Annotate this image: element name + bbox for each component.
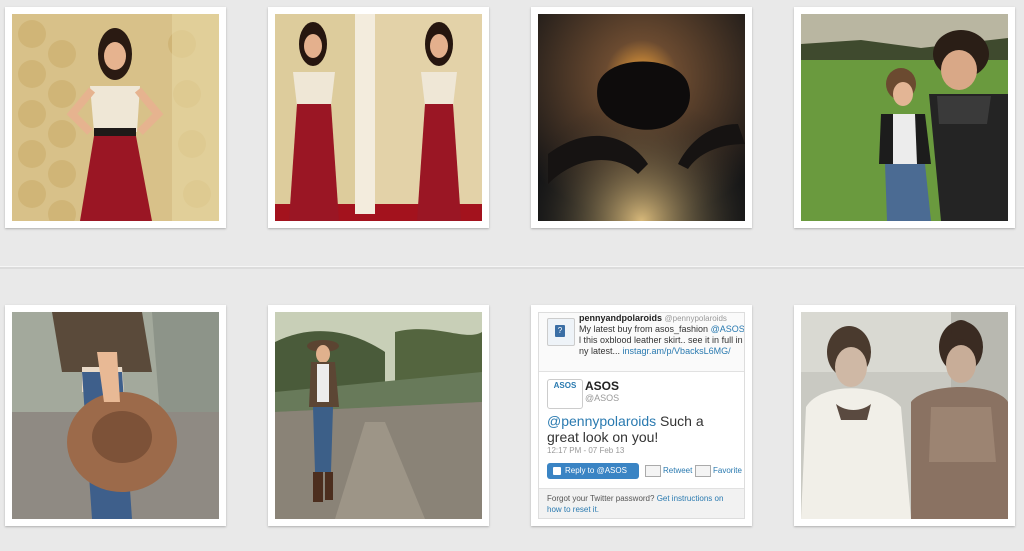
tweet-timestamp[interactable]: 12:17 PM - 07 Feb 13: [547, 446, 624, 455]
tweet-author[interactable]: pennyandpolaroids @pennypolaroids: [579, 313, 727, 323]
reply-icon: [553, 466, 561, 475]
photo-tile-5[interactable]: [5, 305, 226, 526]
photo-woman-red-skirt-mirror: [275, 14, 482, 221]
tweet-tile[interactable]: ? pennyandpolaroids @pennypolaroids My l…: [531, 305, 752, 526]
reply-button[interactable]: Reply to @ASOS: [547, 463, 639, 479]
photo-couple-silhouette: [538, 14, 745, 221]
tweet-mention-link[interactable]: @ASOS: [711, 324, 744, 334]
reply-author-handle: @ASOS: [585, 393, 620, 403]
reply-author-name[interactable]: ASOS: [585, 379, 619, 393]
photo-couple-running-field: [801, 14, 1008, 221]
photo-tile-3[interactable]: [531, 7, 752, 228]
retweet-button[interactable]: Retweet: [645, 465, 692, 477]
photo-woman-forest-path: [275, 312, 482, 519]
tweet-text: My latest buy from asos_fashion @ASOS I …: [579, 324, 745, 356]
tweet-instagram-link[interactable]: instagr.am/p/VbacksL6MG/: [623, 346, 731, 356]
photo-tile-1[interactable]: [5, 7, 226, 228]
photo-tile-6[interactable]: [268, 305, 489, 526]
photo-tile-4[interactable]: [794, 7, 1015, 228]
reply-mention-link[interactable]: @pennypolaroids: [547, 413, 656, 429]
photo-tile-2[interactable]: [268, 7, 489, 228]
photo-tile-8[interactable]: [794, 305, 1015, 526]
favorite-icon: [695, 465, 711, 477]
retweet-icon: [645, 465, 661, 477]
tweet-card: ? pennyandpolaroids @pennypolaroids My l…: [538, 312, 745, 519]
row-divider: [0, 266, 1024, 269]
tweet-author-avatar[interactable]: ?: [547, 318, 575, 346]
favorite-button[interactable]: Favorite: [695, 465, 742, 477]
photo-hand-holding-hat: [12, 312, 219, 519]
asos-avatar[interactable]: ASOS: [547, 379, 583, 409]
reply-text: @pennypolaroids Such a great look on you…: [547, 413, 704, 445]
photo-two-women-fur: [801, 312, 1008, 519]
original-tweet: ? pennyandpolaroids @pennypolaroids My l…: [539, 313, 744, 372]
photo-woman-red-maxi-skirt: [12, 14, 219, 221]
tweet-footer: Forgot your Twitter password? Get instru…: [539, 488, 744, 518]
twitter-bird-icon: ?: [555, 325, 565, 337]
asos-logo-text: ASOS: [553, 381, 577, 390]
